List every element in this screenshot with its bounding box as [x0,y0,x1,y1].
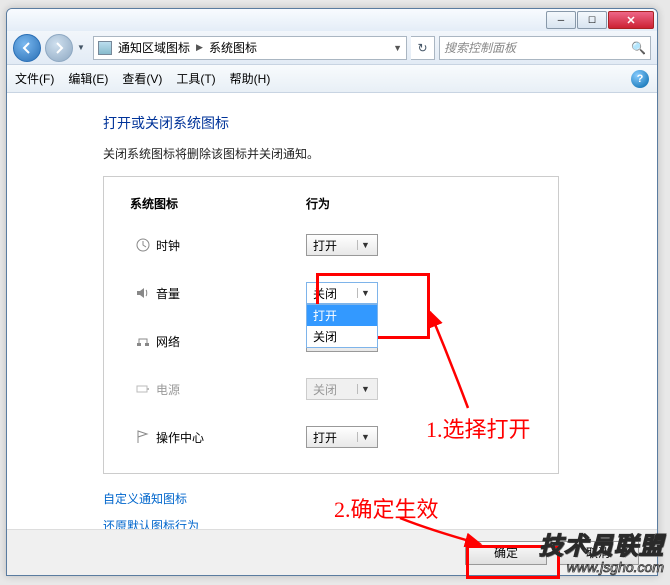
chevron-down-icon: ▼ [357,288,373,298]
content: 打开或关闭系统图标 关闭系统图标将删除该图标并关闭通知。 系统图标 行为 时钟 … [7,93,657,534]
back-button[interactable] [13,34,41,62]
page-subtext: 关闭系统图标将删除该图标并关闭通知。 [103,145,647,162]
combo-option-open[interactable]: 打开 [307,305,377,326]
menu-help[interactable]: 帮助(H) [230,70,271,87]
nav-history-dropdown[interactable]: ▼ [77,43,89,52]
column-header-icon: 系统图标 [130,195,306,212]
ok-button[interactable]: 确定 [465,541,547,565]
column-header-behavior: 行为 [306,195,482,212]
breadcrumb-part[interactable]: 通知区域图标 [118,39,190,56]
row-label: 操作中心 [156,429,306,446]
address-bar[interactable]: 通知区域图标 ▶ 系统图标 ▼ [93,36,407,60]
clock-icon [130,237,156,253]
menu-edit[interactable]: 编辑(E) [68,70,108,87]
chevron-down-icon[interactable]: ▼ [393,43,402,53]
menu-file[interactable]: 文件(F) [15,70,54,87]
arrow-left-icon [19,40,35,56]
row-clock: 时钟 打开▼ [130,230,536,260]
arrow-right-icon [51,40,67,56]
network-icon [130,333,156,349]
breadcrumb-part[interactable]: 系统图标 [209,39,257,56]
chevron-down-icon: ▼ [357,384,373,394]
control-panel-icon [98,41,112,55]
refresh-button[interactable]: ↻ [411,36,435,60]
menu-view[interactable]: 查看(V) [122,70,162,87]
annotation-text-2: 2.确定生效 [334,492,439,524]
row-volume: 音量 关闭▼ 打开 关闭 [130,278,536,308]
forward-button[interactable] [45,34,73,62]
action-center-combo[interactable]: 打开▼ [306,426,378,448]
chevron-down-icon: ▼ [357,240,373,250]
row-label: 音量 [156,285,306,302]
footer: 确定 取消 [7,529,657,575]
power-combo: 关闭▼ [306,378,378,400]
combo-option-close[interactable]: 关闭 [307,326,377,347]
search-icon: 🔍 [631,41,646,55]
row-power: 电源 关闭▼ [130,374,536,404]
annotation-text-1: 1.选择打开 [426,412,531,444]
power-icon [130,381,156,397]
nav-row: ▼ 通知区域图标 ▶ 系统图标 ▼ ↻ 搜索控制面板 🔍 [7,31,657,65]
cancel-button[interactable]: 取消 [557,541,639,565]
search-placeholder: 搜索控制面板 [444,39,516,56]
row-label: 网络 [156,333,306,350]
row-label: 电源 [156,381,306,398]
close-button[interactable]: ✕ [608,11,654,29]
window: ─ ☐ ✕ ▼ 通知区域图标 ▶ 系统图标 ▼ ↻ 搜索控制面板 🔍 文件(F)… [6,8,658,576]
titlebar: ─ ☐ ✕ [7,9,657,31]
menubar: 文件(F) 编辑(E) 查看(V) 工具(T) 帮助(H) ? [7,65,657,93]
flag-icon [130,429,156,445]
search-input[interactable]: 搜索控制面板 🔍 [439,36,651,60]
volume-combo-dropdown: 打开 关闭 [306,304,378,348]
volume-combo[interactable]: 关闭▼ 打开 关闭 [306,282,378,304]
clock-combo[interactable]: 打开▼ [306,234,378,256]
maximize-button[interactable]: ☐ [577,11,607,29]
chevron-down-icon: ▼ [357,432,373,442]
help-icon[interactable]: ? [631,70,649,88]
menu-tools[interactable]: 工具(T) [176,70,215,87]
page-title: 打开或关闭系统图标 [103,113,647,133]
minimize-button[interactable]: ─ [546,11,576,29]
row-label: 时钟 [156,237,306,254]
chevron-right-icon: ▶ [196,42,203,53]
volume-icon [130,285,156,301]
